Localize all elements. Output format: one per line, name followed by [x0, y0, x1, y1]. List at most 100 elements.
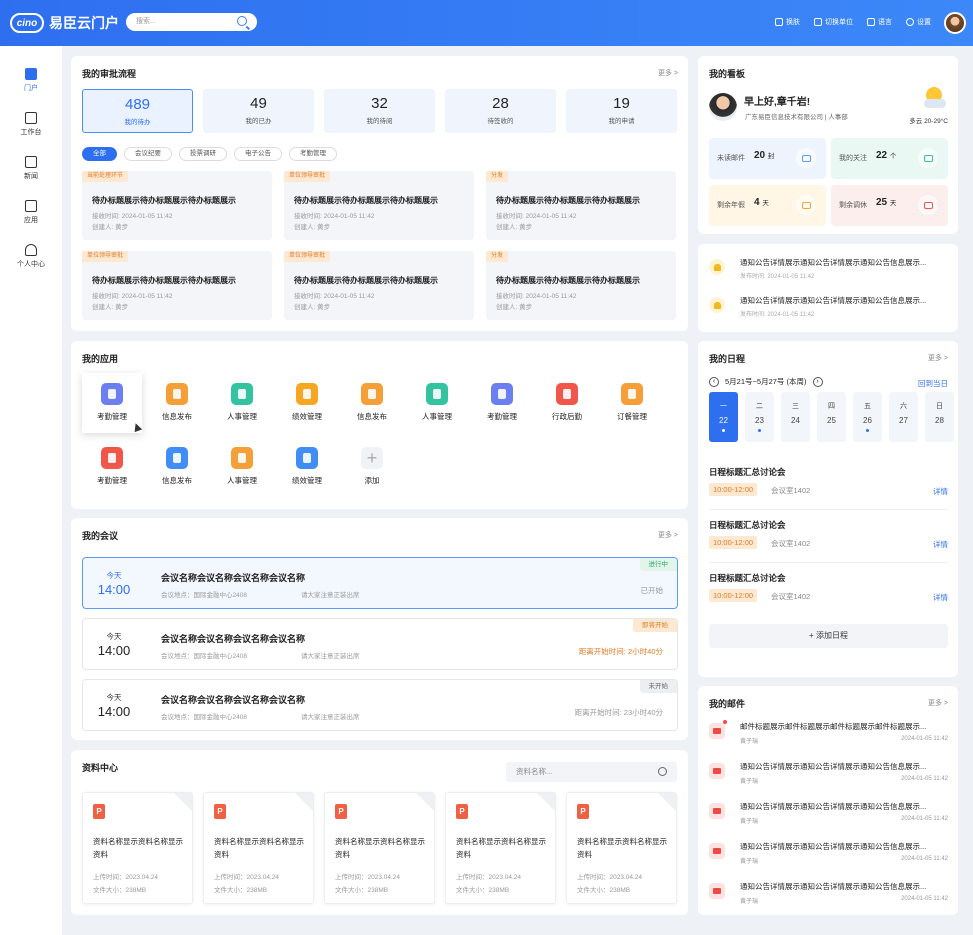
app-tile[interactable]: 考勤管理 — [82, 373, 143, 433]
board-stat-value: 4 天 — [754, 197, 769, 208]
board-stat-number: 20 — [754, 150, 766, 161]
app-tile[interactable]: 人事管理 — [212, 373, 272, 433]
schedule-event[interactable]: 日程标题汇总讨论会 10:00-12:00 会议室1402 详情 — [709, 519, 948, 564]
task-card[interactable]: 分发 待办标题展示待办标题展示待办标题展示 接收时间: 2024-01-05 11:… — [486, 251, 676, 320]
stat-tile[interactable]: 28 待签收的 — [445, 89, 556, 133]
app-glyph-icon — [563, 389, 571, 399]
app-tile[interactable]: 绩效管理 — [277, 373, 337, 433]
filter-tab[interactable]: 电子公告 — [234, 147, 282, 161]
sidebar-item-apps[interactable]: 应用 — [0, 190, 62, 234]
app-tile[interactable]: 考勤管理 — [472, 373, 532, 433]
calendar-day[interactable]: 五 26 — [853, 392, 882, 442]
notice-item[interactable]: 通知公告详情展示通知公告详情展示通知公告信息展示... 发布时间: 2024-01… — [709, 256, 945, 284]
mail-item[interactable]: 通知公告详情展示通知公告详情展示通知公告信息展示... 黄子瑞 2024-01-05… — [709, 878, 948, 914]
filter-tab[interactable]: 投票调研 — [179, 147, 227, 161]
mail-date: 2024-01-05 11:42 — [901, 856, 948, 862]
docs-search-input[interactable]: 资料名称... — [506, 762, 677, 782]
schedule-more-link[interactable]: 更多 > — [928, 353, 948, 363]
app-label: 人事管理 — [227, 412, 257, 421]
stat-tile[interactable]: 32 我的待阅 — [324, 89, 435, 133]
search-icon[interactable] — [237, 16, 247, 26]
mail-item[interactable]: 通知公告详情展示通知公告详情展示通知公告信息展示... 黄子瑞 2024-01-05… — [709, 758, 948, 794]
meeting-row[interactable]: 今天 14:00 会议名称会议名称会议名称会议名称 会议地点：国际金融中心2408 请大… — [82, 557, 678, 609]
doc-card[interactable]: P 资料名称显示资料名称显示资料 上传时间：2023.04.24 文件大小：238MB — [445, 792, 556, 904]
board-stat-tile[interactable]: 剩余调休 25 天 — [831, 185, 948, 226]
task-card[interactable]: 单位领导审批 待办标题展示待办标题展示待办标题展示 接收时间: 2024-01-05… — [284, 171, 474, 240]
board-stat-tile[interactable]: 未读邮件 20 封 — [709, 138, 826, 179]
app-tile[interactable]: 订餐管理 — [602, 373, 662, 433]
sidebar-item-news[interactable]: 新闻 — [0, 146, 62, 190]
next-week-icon[interactable]: › — [812, 376, 823, 387]
settings-button[interactable]: 设置 — [906, 17, 931, 27]
filter-tab[interactable]: 会议纪要 — [124, 147, 172, 161]
app-tile[interactable]: 信息发布 — [147, 373, 207, 433]
user-avatar[interactable] — [944, 12, 966, 34]
app-glyph-icon — [108, 453, 116, 463]
schedule-event[interactable]: 日程标题汇总讨论会 10:00-12:00 会议室1402 详情 — [709, 572, 948, 617]
sidebar-item-personal[interactable]: 个人中心 — [0, 234, 62, 278]
doc-card[interactable]: P 资料名称显示资料名称显示资料 上传时间：2023.04.24 文件大小：238MB — [203, 792, 314, 904]
event-dot — [758, 429, 761, 432]
calendar-day[interactable]: 一 22 — [709, 392, 738, 442]
app-tile[interactable]: 绩效管理 — [277, 437, 337, 497]
language-button[interactable]: 语言 — [867, 17, 892, 27]
skin-button[interactable]: 换肤 — [775, 17, 800, 27]
meetings-more-link[interactable]: 更多 > — [658, 530, 678, 540]
sidebar-item-portal[interactable]: 门户 — [0, 58, 62, 102]
stat-tile[interactable]: 49 我的已办 — [203, 89, 314, 133]
event-room: 会议室1402 — [771, 486, 811, 495]
user-icon — [25, 243, 37, 256]
prev-week-icon[interactable]: ‹ — [709, 376, 719, 387]
mail-card: 我的邮件 更多 > 邮件标题展示邮件标题展示邮件标题展示邮件标题展示... 黄子瑞… — [698, 686, 958, 915]
board-stat-tile[interactable]: 我的关注 22 个 — [831, 138, 948, 179]
doc-card[interactable]: P 资料名称显示资料名称显示资料 上传时间：2023.04.24 文件大小：238MB — [324, 792, 435, 904]
mail-item[interactable]: 通知公告详情展示通知公告详情展示通知公告信息展示... 黄子瑞 2024-01-05… — [709, 798, 948, 834]
app-tile[interactable]: 行政后勤 — [537, 373, 597, 433]
calendar-day[interactable]: 六 27 — [889, 392, 918, 442]
schedule-event[interactable]: 日程标题汇总讨论会 10:00-12:00 会议室1402 详情 — [709, 466, 948, 511]
app-tile[interactable]: 人事管理 — [407, 373, 467, 433]
mail-title: 我的邮件 — [709, 699, 746, 709]
calendar-day[interactable]: 四 25 — [817, 392, 846, 442]
global-search-input[interactable]: 搜索... — [126, 13, 257, 31]
task-card[interactable]: 单位领导审批 待办标题展示待办标题展示待办标题展示 接收时间: 2024-01-05… — [82, 251, 272, 320]
logo[interactable]: cino 易臣云门户 — [10, 13, 119, 33]
switch-unit-button[interactable]: 切换单位 — [814, 17, 853, 27]
add-schedule-button[interactable]: + 添加日程 — [709, 624, 948, 648]
calendar-day[interactable]: 三 24 — [781, 392, 810, 442]
mail-item[interactable]: 邮件标题展示邮件标题展示邮件标题展示邮件标题展示... 黄子瑞 2024-01-05… — [709, 718, 948, 754]
search-icon[interactable] — [658, 767, 667, 776]
doc-card[interactable]: P 资料名称显示资料名称显示资料 上传时间：2023.04.24 文件大小：238MB — [566, 792, 677, 904]
doc-card[interactable]: P 资料名称显示资料名称显示资料 上传时间：2023.04.24 文件大小：238MB — [82, 792, 193, 904]
task-card[interactable]: 单位领导审批 待办标题展示待办标题展示待办标题展示 接收时间: 2024-01-05… — [284, 251, 474, 320]
stat-tile[interactable]: 19 我的申请 — [566, 89, 677, 133]
task-card[interactable]: 当前处理环节 待办标题展示待办标题展示待办标题展示 接收时间: 2024-01-05… — [82, 171, 272, 240]
mail-more-link[interactable]: 更多 > — [928, 698, 948, 708]
event-detail-link[interactable]: 详情 — [933, 539, 948, 550]
meeting-row[interactable]: 今天 14:00 会议名称会议名称会议名称会议名称 会议地点：国际金融中心2408 请大… — [82, 618, 678, 670]
calendar-day[interactable]: 日 28 — [925, 392, 954, 442]
calendar-day[interactable]: 二 23 — [745, 392, 774, 442]
filter-tab[interactable]: 考勤管理 — [289, 147, 337, 161]
filter-tab[interactable]: 全部 — [82, 147, 117, 161]
board-stat-tile[interactable]: 剩余年假 4 天 — [709, 185, 826, 226]
meeting-row[interactable]: 今天 14:00 会议名称会议名称会议名称会议名称 会议地点：国际金融中心2408 请大… — [82, 679, 678, 731]
sidebar-item-workbench[interactable]: 工作台 — [0, 102, 62, 146]
stat-tile[interactable]: 489 我的待办 — [82, 89, 193, 133]
meeting-title: 会议名称会议名称会议名称会议名称 — [161, 634, 306, 644]
event-detail-link[interactable]: 详情 — [933, 486, 948, 497]
doc-title: 资料名称显示资料名称显示资料 — [93, 837, 183, 859]
app-tile[interactable]: 人事管理 — [212, 437, 272, 497]
mail-sender: 黄子瑞 — [740, 739, 759, 745]
back-to-today-link[interactable]: 回到当日 — [918, 378, 948, 389]
app-tile[interactable]: 考勤管理 — [82, 437, 142, 497]
app-tile[interactable]: 信息发布 — [147, 437, 207, 497]
app-tile[interactable]: + 添加 — [342, 437, 402, 497]
mail-item[interactable]: 通知公告详情展示通知公告详情展示通知公告信息展示... 黄子瑞 2024-01-05… — [709, 838, 948, 874]
task-card[interactable]: 分发 待办标题展示待办标题展示待办标题展示 接收时间: 2024-01-05 11:… — [486, 171, 676, 240]
stat-label: 待签收的 — [487, 118, 514, 125]
approval-more-link[interactable]: 更多 > — [658, 68, 678, 78]
app-tile[interactable]: 信息发布 — [342, 373, 402, 433]
notice-item[interactable]: 通知公告详情展示通知公告详情展示通知公告信息展示... 发布时间: 2024-01… — [709, 294, 945, 322]
event-detail-link[interactable]: 详情 — [933, 592, 948, 603]
